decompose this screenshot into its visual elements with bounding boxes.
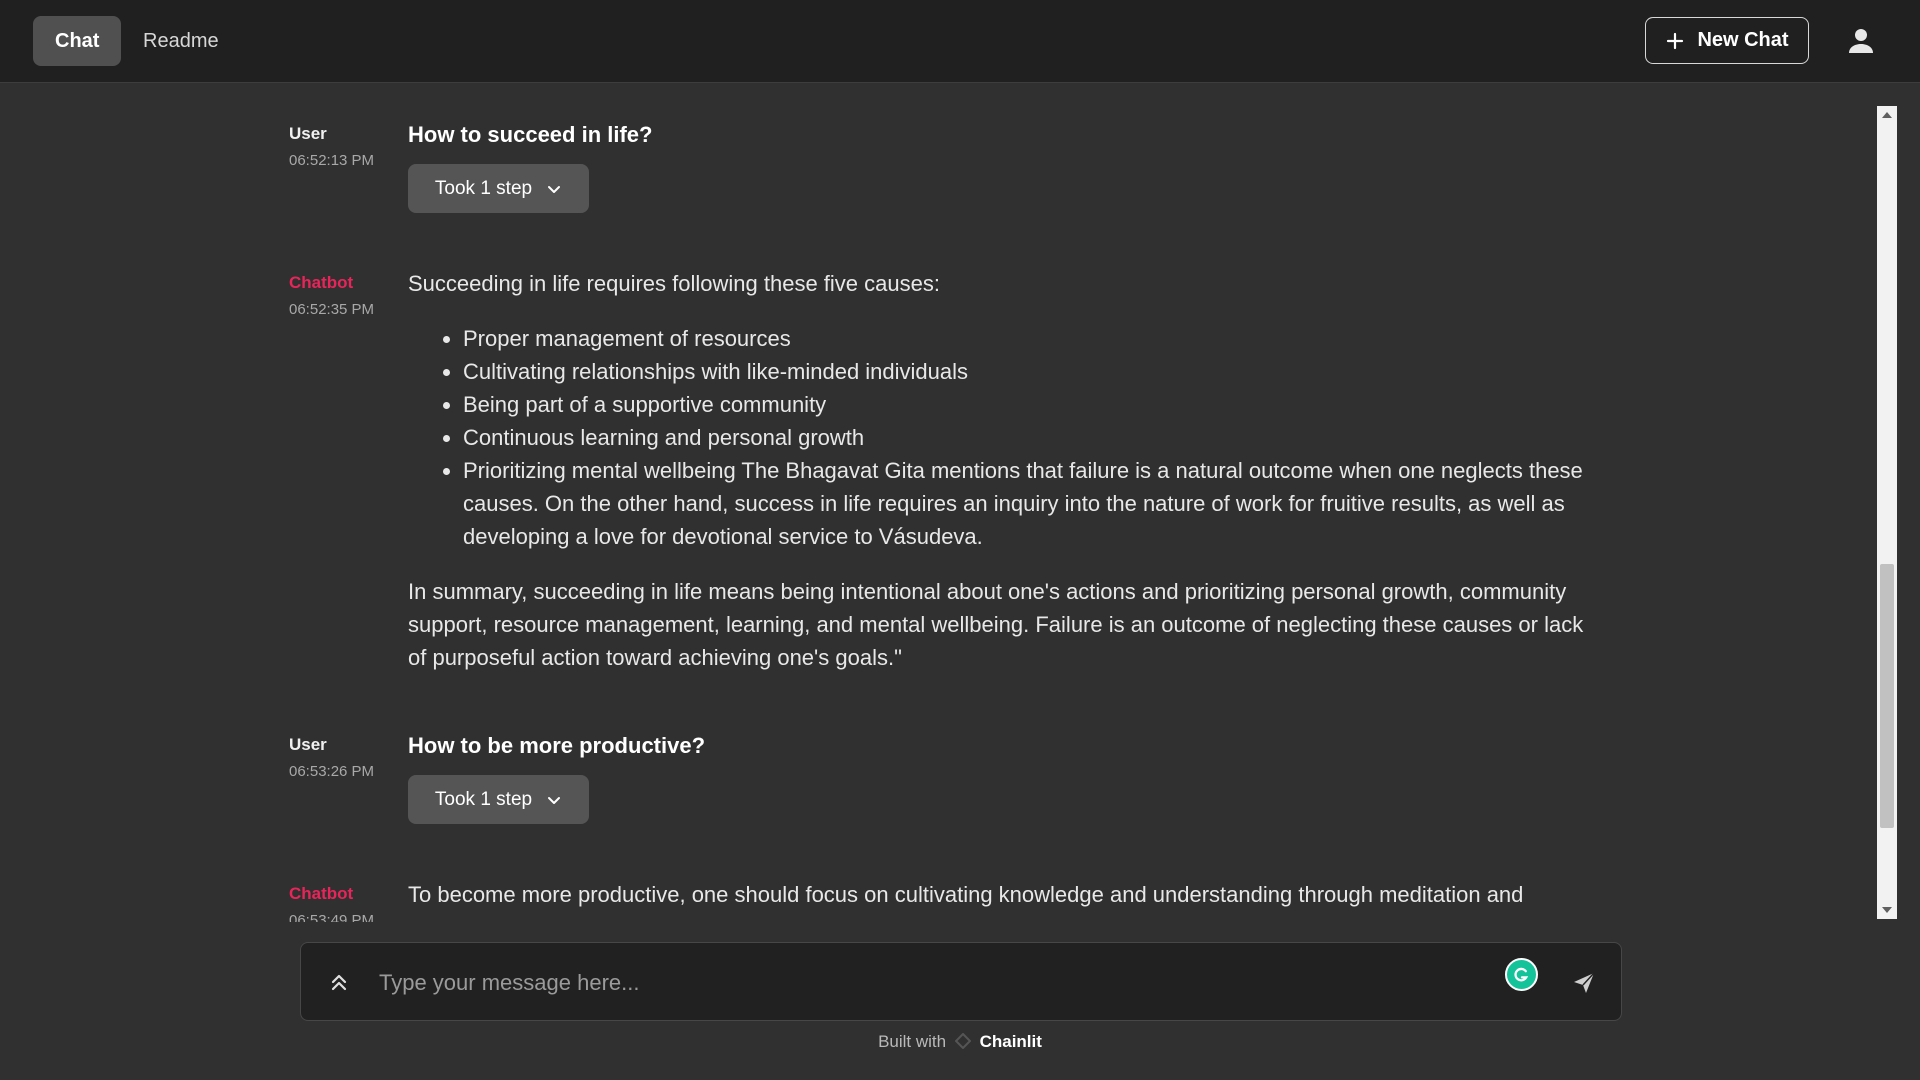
list-item: Cultivating relationships with like-mind… [463, 355, 1598, 388]
message-time: 06:52:35 PM [289, 301, 375, 318]
step-label: Took 1 step [434, 788, 533, 810]
step-label: Took 1 step [434, 177, 533, 199]
list-item: Prioritizing mental wellbeing The Bhagav… [463, 454, 1598, 553]
bullet-list: Proper management of resources Cultivati… [408, 322, 1598, 553]
grammarly-icon[interactable] [1505, 958, 1538, 991]
message-author: Chatbot [289, 884, 354, 903]
message-text: How to succeed in life? [408, 122, 653, 147]
scroll-up-icon[interactable] [1882, 112, 1892, 118]
message-input[interactable] [377, 961, 1481, 1005]
chevron-down-icon [548, 185, 561, 193]
message-body: Succeeding in life requires following th… [408, 267, 1598, 674]
message-composer [300, 942, 1622, 1021]
chainlit-brand-link[interactable]: Chainlit [980, 1032, 1042, 1051]
scroll-thumb[interactable] [1880, 564, 1894, 828]
list-item: Being part of a supportive community [463, 388, 1598, 421]
send-icon[interactable] [1571, 970, 1597, 996]
chevrons-up-icon[interactable] [327, 970, 351, 994]
scrollbar[interactable] [1877, 106, 1897, 919]
message-author: User [289, 735, 327, 754]
top-bar: Chat Readme New Chat [0, 0, 1920, 83]
message-time: 06:52:13 PM [289, 152, 375, 169]
message-time: 06:53:49 PM [289, 912, 375, 922]
new-chat-label: New Chat [1697, 29, 1789, 51]
chainlit-logo-icon [954, 1032, 972, 1050]
message-author: Chatbot [289, 273, 354, 292]
message-body: To become more productive, one should fo… [408, 882, 1524, 907]
message-author: User [289, 124, 327, 143]
plus-icon [1667, 32, 1684, 49]
tab-readme[interactable]: Readme [121, 16, 241, 66]
chevron-down-icon [548, 796, 561, 804]
user-icon[interactable] [1846, 26, 1876, 56]
footer: Built with Chainlit [0, 1032, 1920, 1052]
message-list[interactable]: User 06:52:13 PM How to succeed in life?… [0, 84, 1878, 922]
message-intro: Succeeding in life requires following th… [408, 271, 940, 296]
message-time: 06:53:26 PM [289, 763, 375, 780]
scroll-down-icon[interactable] [1882, 907, 1892, 913]
message-text: How to be more productive? [408, 733, 706, 758]
built-with-text: Built with [878, 1032, 947, 1051]
new-chat-button[interactable]: New Chat [1645, 17, 1809, 64]
list-item: Continuous learning and personal growth [463, 421, 1598, 454]
took-step-button[interactable]: Took 1 step [408, 775, 589, 824]
took-step-button[interactable]: Took 1 step [408, 164, 589, 213]
message-summary: In summary, succeeding in life means bei… [408, 579, 1584, 670]
list-item: Proper management of resources [463, 322, 1598, 355]
tab-chat[interactable]: Chat [33, 16, 122, 66]
